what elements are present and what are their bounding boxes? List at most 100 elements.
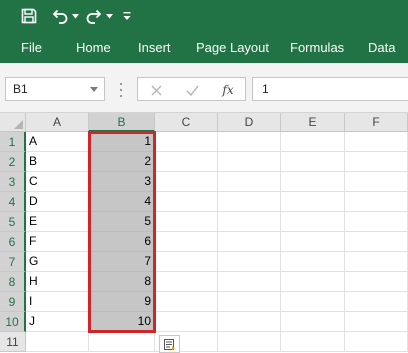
cell-b6[interactable]: 6 xyxy=(89,232,155,252)
cell-f9[interactable] xyxy=(345,292,408,312)
cell-d3[interactable] xyxy=(218,172,281,192)
cell-a4[interactable]: D xyxy=(26,192,89,212)
cell-c6[interactable] xyxy=(155,232,218,252)
cell-a11[interactable] xyxy=(26,332,89,352)
cell-c7[interactable] xyxy=(155,252,218,272)
row-header-10[interactable]: 10 xyxy=(0,312,26,332)
cell-b4[interactable]: 4 xyxy=(89,192,155,212)
cell-e3[interactable] xyxy=(281,172,345,192)
row-header-6[interactable]: 6 xyxy=(0,232,26,252)
cell-d11[interactable] xyxy=(218,332,281,352)
cell-c4[interactable] xyxy=(155,192,218,212)
cell-b8[interactable]: 8 xyxy=(89,272,155,292)
save-button[interactable] xyxy=(18,4,40,28)
cell-f3[interactable] xyxy=(345,172,408,192)
cell-d6[interactable] xyxy=(218,232,281,252)
undo-dropdown-button[interactable] xyxy=(70,4,80,28)
cell-d8[interactable] xyxy=(218,272,281,292)
splitter-handle[interactable] xyxy=(120,83,122,97)
cell-a10[interactable]: J xyxy=(26,312,89,332)
column-header-b[interactable]: B xyxy=(89,113,155,132)
cell-d1[interactable] xyxy=(218,132,281,152)
redo-dropdown-button[interactable] xyxy=(104,4,114,28)
cell-f6[interactable] xyxy=(345,232,408,252)
cell-e5[interactable] xyxy=(281,212,345,232)
select-all-corner[interactable] xyxy=(0,113,26,132)
cell-a2[interactable]: B xyxy=(26,152,89,172)
cell-d7[interactable] xyxy=(218,252,281,272)
cell-e8[interactable] xyxy=(281,272,345,292)
cell-e6[interactable] xyxy=(281,232,345,252)
undo-button[interactable] xyxy=(49,4,71,28)
cell-e4[interactable] xyxy=(281,192,345,212)
cell-f5[interactable] xyxy=(345,212,408,232)
cell-c8[interactable] xyxy=(155,272,218,292)
cell-e10[interactable] xyxy=(281,312,345,332)
enter-button[interactable] xyxy=(183,81,201,99)
cell-f1[interactable] xyxy=(345,132,408,152)
cell-f8[interactable] xyxy=(345,272,408,292)
column-header-e[interactable]: E xyxy=(281,113,345,132)
cell-a6[interactable]: F xyxy=(26,232,89,252)
cell-d2[interactable] xyxy=(218,152,281,172)
redo-button[interactable] xyxy=(83,4,105,28)
tab-data[interactable]: Data xyxy=(368,40,395,55)
cell-c1[interactable] xyxy=(155,132,218,152)
row-header-1[interactable]: 1 xyxy=(0,132,26,152)
customize-toolbar-button[interactable] xyxy=(121,4,133,28)
cell-b2[interactable]: 2 xyxy=(89,152,155,172)
chevron-down-icon[interactable] xyxy=(90,87,98,92)
cell-f7[interactable] xyxy=(345,252,408,272)
cell-c2[interactable] xyxy=(155,152,218,172)
row-header-7[interactable]: 7 xyxy=(0,252,26,272)
cell-e9[interactable] xyxy=(281,292,345,312)
column-header-c[interactable]: C xyxy=(155,113,218,132)
cell-a3[interactable]: C xyxy=(26,172,89,192)
cell-b10[interactable]: 10 xyxy=(89,312,155,332)
cell-b11[interactable] xyxy=(89,332,155,352)
row-header-8[interactable]: 8 xyxy=(0,272,26,292)
quick-analysis-button[interactable] xyxy=(159,335,180,353)
name-box[interactable]: B1 xyxy=(5,77,105,101)
cell-c10[interactable] xyxy=(155,312,218,332)
cell-d4[interactable] xyxy=(218,192,281,212)
cell-b5[interactable]: 5 xyxy=(89,212,155,232)
cell-e11[interactable] xyxy=(281,332,345,352)
tab-file[interactable]: File xyxy=(21,40,42,55)
tab-formulas[interactable]: Formulas xyxy=(290,40,344,55)
row-header-2[interactable]: 2 xyxy=(0,152,26,172)
cell-a9[interactable]: I xyxy=(26,292,89,312)
cell-c3[interactable] xyxy=(155,172,218,192)
cell-b7[interactable]: 7 xyxy=(89,252,155,272)
cell-e1[interactable] xyxy=(281,132,345,152)
formula-input[interactable]: 1 xyxy=(252,77,408,101)
row-header-11[interactable]: 11 xyxy=(0,332,26,352)
row-header-9[interactable]: 9 xyxy=(0,292,26,312)
cell-e7[interactable] xyxy=(281,252,345,272)
cell-f2[interactable] xyxy=(345,152,408,172)
cell-a1[interactable]: A xyxy=(26,132,89,152)
cell-b1[interactable]: 1 xyxy=(89,132,155,152)
cell-f4[interactable] xyxy=(345,192,408,212)
column-header-a[interactable]: A xyxy=(26,113,89,132)
cell-b3[interactable]: 3 xyxy=(89,172,155,192)
tab-home[interactable]: Home xyxy=(76,40,111,55)
row-header-4[interactable]: 4 xyxy=(0,192,26,212)
cell-a5[interactable]: E xyxy=(26,212,89,232)
cell-b9[interactable]: 9 xyxy=(89,292,155,312)
column-header-f[interactable]: F xyxy=(345,113,408,132)
column-header-d[interactable]: D xyxy=(218,113,281,132)
cancel-button[interactable] xyxy=(147,81,165,99)
cell-d9[interactable] xyxy=(218,292,281,312)
tab-page-layout[interactable]: Page Layout xyxy=(196,40,269,55)
cell-a7[interactable]: G xyxy=(26,252,89,272)
row-header-5[interactable]: 5 xyxy=(0,212,26,232)
cell-e2[interactable] xyxy=(281,152,345,172)
cell-d5[interactable] xyxy=(218,212,281,232)
tab-insert[interactable]: Insert xyxy=(138,40,171,55)
cell-d10[interactable] xyxy=(218,312,281,332)
row-header-3[interactable]: 3 xyxy=(0,172,26,192)
insert-function-button[interactable]: fx xyxy=(219,81,237,99)
cell-a8[interactable]: H xyxy=(26,272,89,292)
cell-c5[interactable] xyxy=(155,212,218,232)
